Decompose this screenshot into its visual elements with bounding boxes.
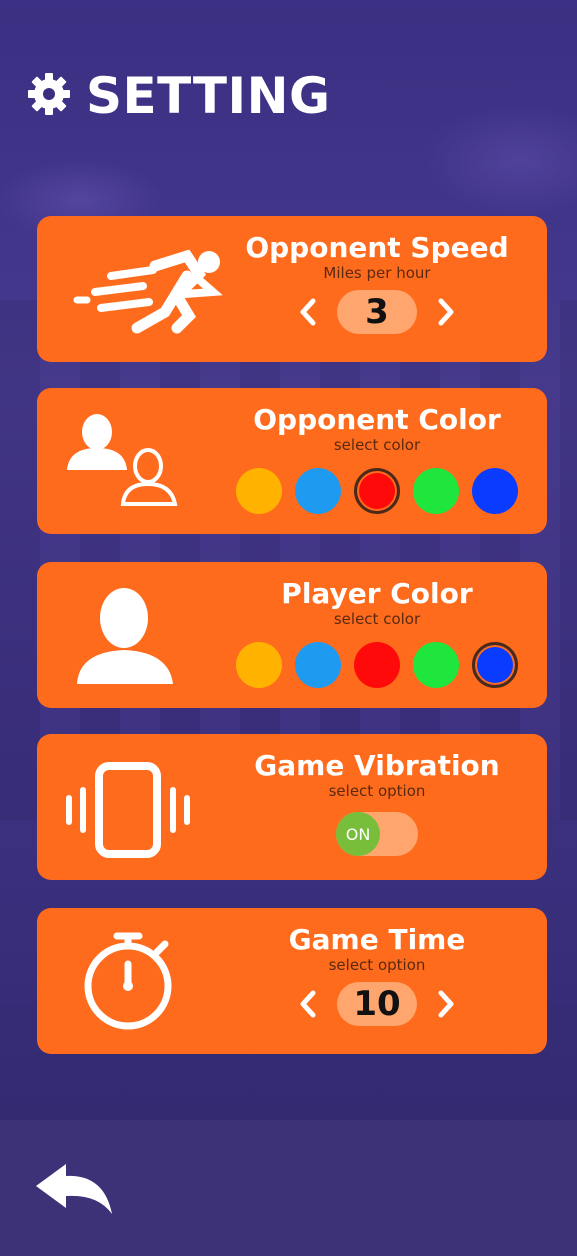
card-subtitle: select option: [328, 956, 426, 974]
game-vibration-content: Game Vibration select option ON: [227, 734, 527, 880]
user-icon: [37, 562, 227, 708]
player-color-card: Player Color select color: [37, 562, 547, 708]
opponent-color-options: [236, 468, 518, 514]
player-color-options: [236, 642, 518, 688]
card-title: Game Time: [288, 923, 466, 956]
card-subtitle: Miles per hour: [323, 264, 431, 282]
opponent-color-swatch[interactable]: [472, 468, 518, 514]
card-subtitle: select option: [328, 782, 426, 800]
chevron-right-icon: [438, 990, 454, 1018]
opponent-color-swatch[interactable]: [295, 468, 341, 514]
opponent-color-swatch[interactable]: [413, 468, 459, 514]
vibration-toggle[interactable]: ON: [336, 812, 418, 856]
game-vibration-card: Game Vibration select option ON: [37, 734, 547, 880]
opponent-color-content: Opponent Color select color: [227, 388, 527, 534]
time-increase-button[interactable]: [435, 987, 457, 1021]
chevron-left-icon: [300, 298, 316, 326]
speed-stepper: 3: [297, 290, 457, 334]
card-title: Opponent Speed: [245, 231, 509, 264]
phone-vibration-icon: [37, 734, 227, 880]
gear-icon: [26, 71, 72, 121]
time-stepper: 10: [297, 982, 457, 1026]
player-color-swatch[interactable]: [295, 642, 341, 688]
back-arrow-icon: [36, 1164, 112, 1214]
card-subtitle: select color: [333, 610, 421, 628]
opponent-color-card: Opponent Color select color: [37, 388, 547, 534]
player-color-swatch[interactable]: [236, 642, 282, 688]
time-value: 10: [337, 982, 417, 1026]
player-color-content: Player Color select color: [227, 562, 527, 708]
time-decrease-button[interactable]: [297, 987, 319, 1021]
card-title: Opponent Color: [253, 403, 501, 436]
runner-icon: [37, 216, 227, 362]
back-button[interactable]: [34, 1160, 116, 1220]
game-time-content: Game Time select option 10: [227, 908, 527, 1054]
opponent-color-swatch[interactable]: [236, 468, 282, 514]
opponent-color-swatch[interactable]: [354, 468, 400, 514]
player-color-swatch[interactable]: [472, 642, 518, 688]
game-time-card: Game Time select option 10: [37, 908, 547, 1054]
two-users-icon: [37, 388, 227, 534]
toggle-knob-label: ON: [336, 812, 380, 856]
speed-increase-button[interactable]: [435, 295, 457, 329]
screen-header: SETTING: [26, 66, 331, 126]
speed-value: 3: [337, 290, 417, 334]
stopwatch-icon: [37, 908, 227, 1054]
opponent-speed-card: Opponent Speed Miles per hour 3: [37, 216, 547, 362]
card-subtitle: select color: [333, 436, 421, 454]
opponent-speed-content: Opponent Speed Miles per hour 3: [227, 216, 527, 362]
page-title: SETTING: [86, 67, 331, 125]
chevron-right-icon: [438, 298, 454, 326]
card-title: Game Vibration: [254, 749, 500, 782]
player-color-swatch[interactable]: [354, 642, 400, 688]
card-title: Player Color: [281, 577, 473, 610]
player-color-swatch[interactable]: [413, 642, 459, 688]
speed-decrease-button[interactable]: [297, 295, 319, 329]
chevron-left-icon: [300, 990, 316, 1018]
